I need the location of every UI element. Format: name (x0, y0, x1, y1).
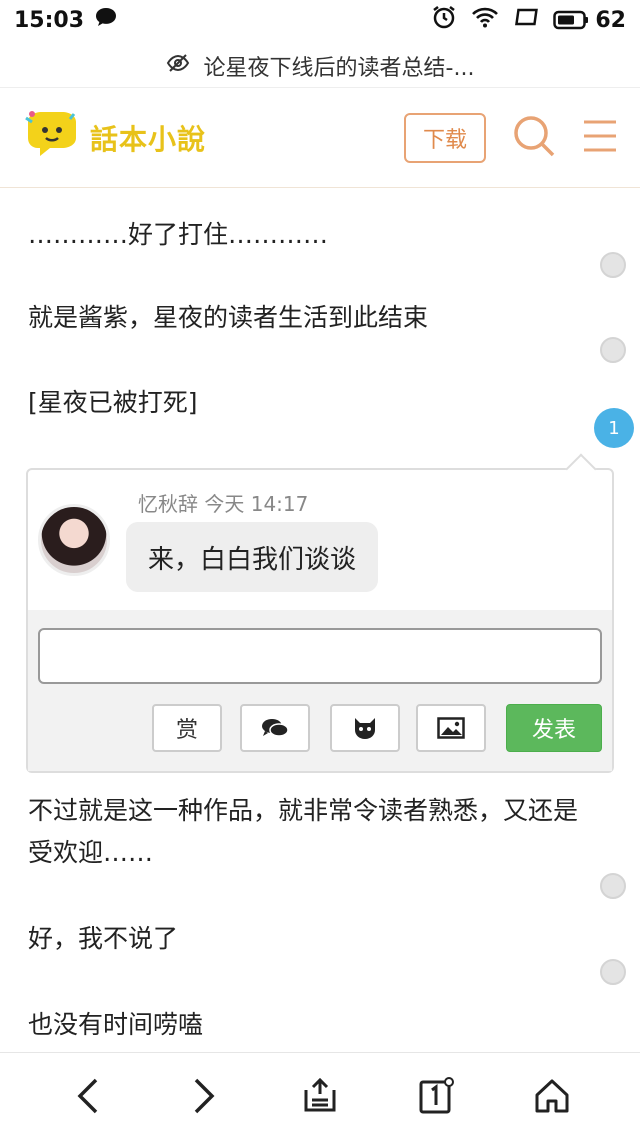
paragraph: 就是酱紫，星夜的读者生活到此结束 (28, 303, 429, 332)
status-bar: 15:03 62 (0, 0, 640, 40)
back-icon[interactable] (58, 1066, 118, 1126)
image-icon (437, 717, 465, 739)
alarm-icon (431, 4, 457, 36)
share-icon[interactable] (290, 1066, 350, 1126)
cat-face-icon (355, 718, 375, 739)
paragraph: 好，我不说了 (28, 924, 179, 953)
comment-meta: 忆秋辞 今天 14:17 (138, 488, 308, 517)
comment-card-arrow (565, 453, 597, 485)
avatar[interactable] (38, 504, 110, 576)
message-icon (94, 6, 118, 34)
screen-icon (513, 6, 539, 34)
paragraph: …………好了打住………… (28, 220, 329, 249)
status-icons: 62 (431, 4, 626, 36)
paragraph-comment-dot[interactable] (600, 959, 626, 985)
status-time: 15:03 (14, 7, 85, 33)
paragraph: 不过就是这一种作品，就非常令读者熟悉，又还是受欢迎…… (28, 796, 579, 867)
paragraph: [星夜已被打死] (28, 388, 198, 417)
paragraph-comment-count-badge[interactable]: 1 (594, 408, 634, 448)
post-button[interactable]: 发表 (506, 704, 602, 752)
battery-icon (553, 10, 589, 30)
logo-mascot-icon (22, 108, 82, 168)
site-header: 話本小說 下载 (0, 88, 640, 188)
comment-bubble: 来，白白我们谈谈 (126, 522, 379, 592)
comment-card: 忆秋辞 今天 14:17 来，白白我们谈谈 赏 发表 (26, 453, 614, 773)
reward-button[interactable]: 赏 (152, 704, 222, 752)
battery-level: 62 (595, 7, 626, 33)
site-logo[interactable]: 話本小說 (22, 108, 206, 168)
search-icon[interactable] (512, 114, 556, 162)
emoji-button[interactable] (330, 704, 400, 752)
eye-off-icon (166, 53, 190, 79)
chat-bubbles-icon (262, 719, 289, 737)
header-actions: 下载 (404, 112, 618, 163)
reply-input[interactable] (38, 628, 602, 684)
wifi-icon (471, 6, 499, 34)
bottom-nav (0, 1052, 640, 1138)
download-button[interactable]: 下载 (404, 112, 486, 163)
home-icon[interactable] (522, 1066, 582, 1126)
paragraph: 也没有时间唠嗑 (28, 1010, 204, 1039)
forward-icon[interactable] (174, 1066, 234, 1126)
chat-button[interactable] (240, 704, 310, 752)
url-bar[interactable]: 论星夜下线后的读者总结-... (0, 44, 640, 88)
menu-icon[interactable] (582, 119, 618, 157)
battery-indicator: 62 (553, 8, 626, 33)
image-button[interactable] (416, 704, 486, 752)
logo-text: 話本小說 (90, 122, 207, 156)
comment-author[interactable]: 忆秋辞 (138, 492, 198, 516)
paragraph-comment-dot[interactable] (600, 337, 626, 363)
page-title: 论星夜下线后的读者总结-... (203, 55, 475, 81)
tabs-icon[interactable] (406, 1066, 466, 1126)
paragraph-comment-dot[interactable] (600, 252, 626, 278)
reply-area: 赏 发表 (28, 610, 612, 771)
comment-time: 今天 14:17 (204, 492, 309, 516)
paragraph-comment-dot[interactable] (600, 873, 626, 899)
